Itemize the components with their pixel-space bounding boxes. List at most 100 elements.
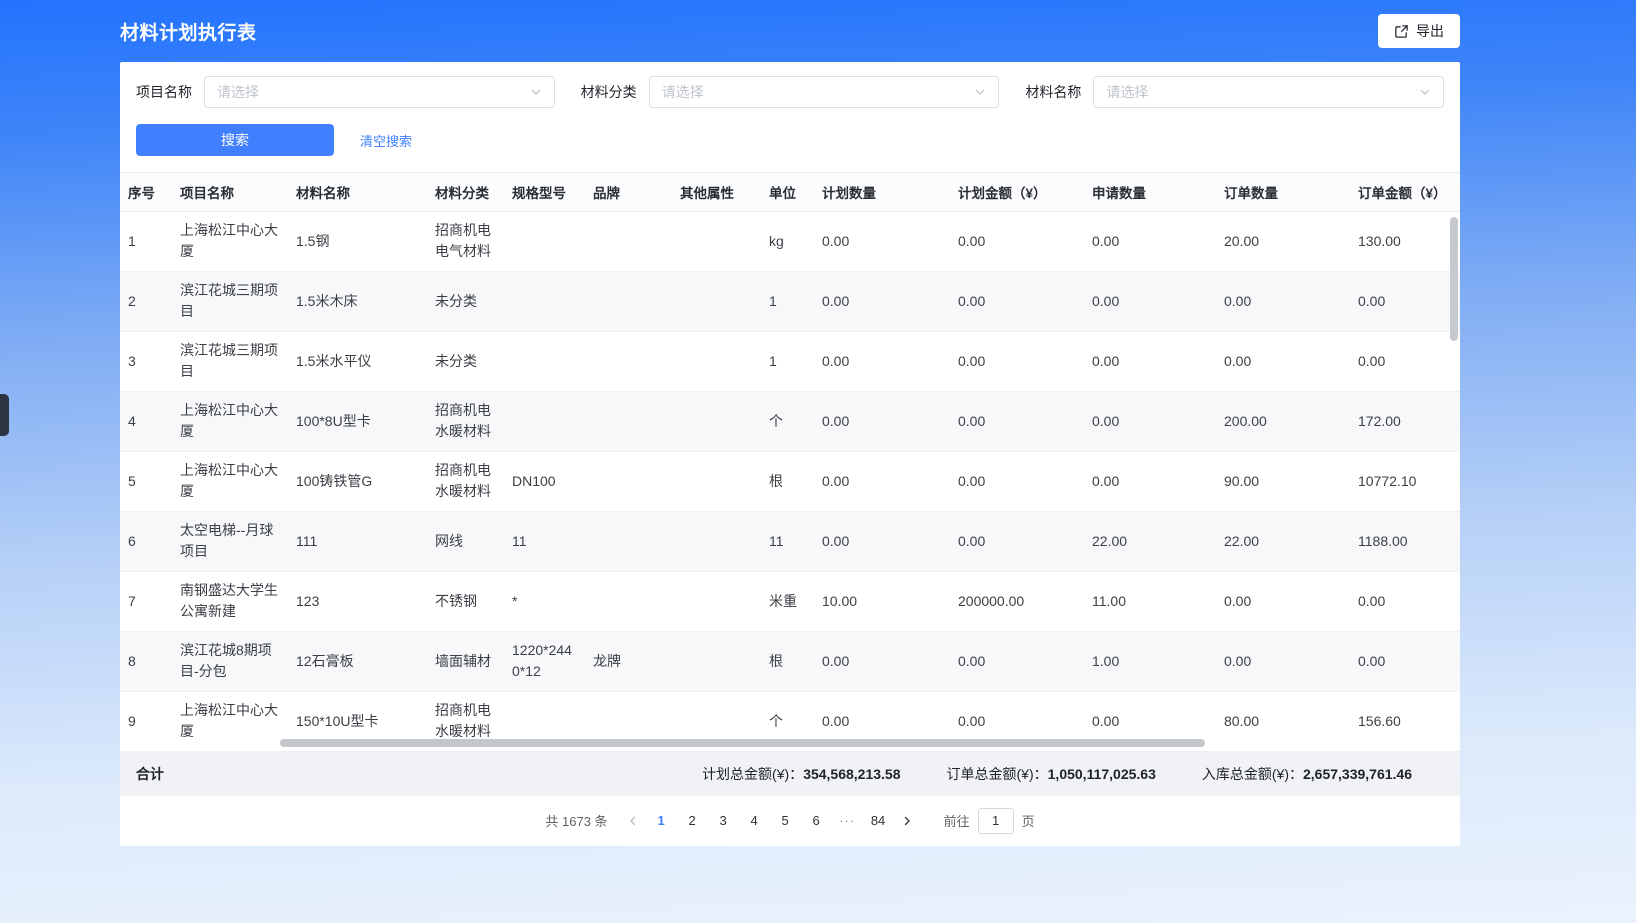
- page-number[interactable]: 1: [646, 807, 677, 835]
- table-cell: 0.00: [950, 271, 1084, 331]
- page-number[interactable]: 4: [739, 807, 770, 835]
- table-cell: 滨江花城8期项目-分包: [172, 631, 288, 691]
- plan-total-value: 354,568,213.58: [803, 766, 900, 782]
- total-count: 共 1673 条: [545, 811, 607, 830]
- table-row[interactable]: 7南钢盛达大学生公寓新建123不锈钢*米重10.00200000.0011.00…: [120, 571, 1460, 631]
- order-total-label: 订单总金额(¥)：: [947, 766, 1048, 782]
- table-cell: [585, 511, 672, 571]
- column-header: 计划金额（¥）: [950, 173, 1084, 211]
- column-header: 材料分类: [427, 173, 504, 211]
- table-cell: [585, 391, 672, 451]
- table-cell: 3: [120, 331, 172, 391]
- table-cell: [504, 211, 585, 271]
- page-number[interactable]: 3: [708, 807, 739, 835]
- filter-panel: 项目名称 请选择 材料分类 请选择: [120, 62, 1460, 172]
- table-cell: 0.00: [1084, 391, 1216, 451]
- table-cell: 上海松江中心大厦: [172, 391, 288, 451]
- table-cell: 南钢盛达大学生公寓新建: [172, 571, 288, 631]
- sidebar-toggle[interactable]: [0, 394, 9, 436]
- table-cell: 0.00: [814, 451, 950, 511]
- order-total-value: 1,050,117,025.63: [1048, 766, 1156, 782]
- table-cell: 123: [288, 571, 427, 631]
- table-cell: 0.00: [950, 451, 1084, 511]
- filter-actions: 搜索 清空搜索: [136, 124, 1444, 156]
- table-cell: 1.00: [1084, 631, 1216, 691]
- table-cell: 上海松江中心大厦: [172, 211, 288, 271]
- table-cell: 22.00: [1216, 511, 1350, 571]
- table-cell: 100铸铁管G: [288, 451, 427, 511]
- table-cell: 不锈钢: [427, 571, 504, 631]
- table-cell: [504, 331, 585, 391]
- table-cell: 6: [120, 511, 172, 571]
- table-cell: 0.00: [814, 631, 950, 691]
- topbar: 材料计划执行表 导出: [120, 0, 1460, 62]
- table-cell: [672, 331, 761, 391]
- chevron-down-icon: [530, 86, 542, 98]
- table-row[interactable]: 5上海松江中心大厦100铸铁管G招商机电水暖材料DN100根0.000.000.…: [120, 451, 1460, 511]
- table-cell: 8: [120, 631, 172, 691]
- table-row[interactable]: 4上海松江中心大厦100*8U型卡招商机电水暖材料个0.000.000.0020…: [120, 391, 1460, 451]
- table-cell: 0.00: [814, 271, 950, 331]
- project-name-select[interactable]: 请选择: [204, 76, 555, 108]
- page-number[interactable]: 5: [770, 807, 801, 835]
- table-cell: 上海松江中心大厦: [172, 691, 288, 751]
- table-cell: 0.00: [1216, 331, 1350, 391]
- material-category-select[interactable]: 请选择: [649, 76, 1000, 108]
- table-cell: 1: [120, 211, 172, 271]
- material-name-select[interactable]: 请选择: [1093, 76, 1444, 108]
- chevron-right-icon: [901, 815, 913, 827]
- page-title: 材料计划执行表: [120, 18, 257, 45]
- summary-totals: 计划总金额(¥)：354,568,213.58 订单总金额(¥)：1,050,1…: [702, 764, 1444, 784]
- table-row[interactable]: 8滨江花城8期项目-分包12石膏板墙面辅材1220*2440*12龙牌根0.00…: [120, 631, 1460, 691]
- table-cell: kg: [761, 211, 814, 271]
- table-cell: 0.00: [950, 391, 1084, 451]
- table-row[interactable]: 1上海松江中心大厦1.5钢招商机电电气材料kg0.000.000.0020.00…: [120, 211, 1460, 271]
- chevron-left-icon: [627, 815, 639, 827]
- table-cell: 招商机电水暖材料: [427, 451, 504, 511]
- table-cell: 20.00: [1216, 211, 1350, 271]
- inbound-total: 入库总金额(¥)：2,657,339,761.46: [1202, 764, 1412, 784]
- table-cell: DN100: [504, 451, 585, 511]
- table-row[interactable]: 2滨江花城三期项目1.5米木床未分类10.000.000.000.000.00: [120, 271, 1460, 331]
- project-name-placeholder: 请选择: [217, 82, 259, 102]
- table-cell: 0.00: [814, 511, 950, 571]
- table-cell: 0.00: [1084, 271, 1216, 331]
- next-page-button[interactable]: [894, 808, 920, 834]
- material-category-label: 材料分类: [581, 82, 637, 102]
- search-button[interactable]: 搜索: [136, 124, 334, 156]
- table-cell: 4: [120, 391, 172, 451]
- table-row[interactable]: 6太空电梯--月球项目111网线11110.000.0022.0022.0011…: [120, 511, 1460, 571]
- page-number[interactable]: 6: [801, 807, 832, 835]
- column-header: 序号: [120, 173, 172, 211]
- page-ellipsis: ···: [832, 807, 863, 835]
- page-number[interactable]: 2: [677, 807, 708, 835]
- page-number[interactable]: 84: [863, 807, 894, 835]
- table-row[interactable]: 3滨江花城三期项目1.5米水平仪未分类10.000.000.000.000.00: [120, 331, 1460, 391]
- plan-total-label: 计划总金额(¥)：: [702, 766, 803, 782]
- table-cell: 滨江花城三期项目: [172, 271, 288, 331]
- table-cell: [504, 391, 585, 451]
- table-cell: 0.00: [1216, 571, 1350, 631]
- table-cell: 个: [761, 391, 814, 451]
- table-cell: 网线: [427, 511, 504, 571]
- vertical-scrollbar-thumb[interactable]: [1450, 217, 1458, 341]
- filter-field-material-category: 材料分类 请选择: [581, 76, 1000, 108]
- table-cell: 0.00: [950, 631, 1084, 691]
- table-cell: 0.00: [950, 511, 1084, 571]
- horizontal-scrollbar-thumb[interactable]: [280, 739, 1205, 747]
- goto-page-input[interactable]: [978, 808, 1014, 834]
- table-cell: 根: [761, 451, 814, 511]
- table-cell: 12石膏板: [288, 631, 427, 691]
- table-cell: 龙牌: [585, 631, 672, 691]
- prev-page-button[interactable]: [620, 808, 646, 834]
- inbound-total-label: 入库总金额(¥)：: [1202, 766, 1303, 782]
- table-cell: 0.00: [1084, 211, 1216, 271]
- table-cell: 招商机电电气材料: [427, 211, 504, 271]
- table-cell: 130.00: [1350, 211, 1460, 271]
- clear-search-link[interactable]: 清空搜索: [360, 131, 412, 150]
- table-cell: [672, 571, 761, 631]
- table-cell: 1: [761, 271, 814, 331]
- table-cell: 0.00: [950, 211, 1084, 271]
- table-cell: [585, 451, 672, 511]
- export-button[interactable]: 导出: [1378, 14, 1460, 48]
